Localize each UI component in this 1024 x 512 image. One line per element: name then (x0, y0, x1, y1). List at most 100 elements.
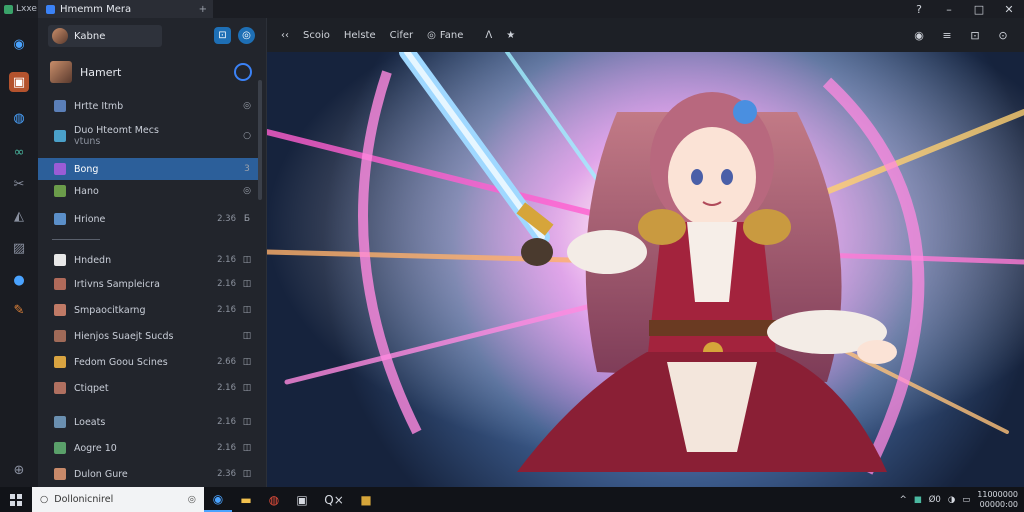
account-switcher[interactable]: Kabne (48, 25, 162, 47)
item-label: Hrione (74, 214, 105, 225)
minimize-button[interactable]: – (934, 3, 964, 16)
item-icon (54, 254, 66, 266)
back-button[interactable]: ‹‹ (281, 30, 289, 41)
item-action-icon[interactable]: ○ (242, 131, 252, 141)
list-item[interactable]: Fedom Goou Scines 2.66 ◫ (38, 351, 258, 373)
item-meta: 2.16 (217, 383, 236, 393)
home-icon[interactable]: ◉ (9, 34, 29, 54)
list-item[interactable]: Irtivns Sampleicra 2.16 ◫ (38, 273, 258, 295)
compose-icon[interactable]: ⊡ (214, 27, 231, 44)
toolbar-item-1[interactable]: Scoio (303, 30, 330, 41)
new-tab-button[interactable]: + (199, 4, 207, 15)
sidebar-header: Kabne ⊡ ◎ (38, 18, 266, 54)
sync-icon[interactable]: ◎ (238, 27, 255, 44)
folder-icon[interactable]: ▬ (232, 487, 260, 512)
globe-icon[interactable]: ◍ (9, 108, 29, 128)
sidebar: Kabne ⊡ ◎ Hamert Hrtte Itmb ◎ Duo Hteomt M… (38, 18, 267, 487)
item-label-line: Hrione (74, 213, 106, 225)
mic-icon[interactable]: ◎ (188, 494, 196, 505)
item-label-line: Dulon Gure (74, 468, 128, 480)
item-label-line: Hrtte Itmb (74, 100, 124, 112)
item-action-icon[interactable]: ◫ (242, 255, 252, 265)
item-action-icon[interactable]: ◫ (242, 469, 252, 479)
item-meta: 2.16 (217, 279, 236, 289)
store-icon[interactable]: ▣ (9, 72, 29, 92)
list-item[interactable]: Ctiqpet 2.16 ◫ (38, 377, 258, 399)
item-action-icon[interactable]: ◫ (242, 305, 252, 315)
item-action-icon[interactable]: ◫ (242, 357, 252, 367)
artwork-canvas[interactable] (267, 52, 1024, 487)
tools-icon[interactable]: ✂ (9, 174, 29, 194)
app-label: Lxxe (16, 4, 37, 14)
clock[interactable]: 11000000 00000:00 (977, 490, 1018, 510)
item-action-icon[interactable]: ◎ (242, 101, 252, 111)
list-item[interactable]: Hano ◎ (38, 180, 258, 202)
toolbar-item-4[interactable]: Fane (440, 30, 463, 41)
toolbar-right: ◉ ≡ ⊡ ⊙ (910, 26, 1012, 44)
app-task[interactable]: Q× (316, 487, 352, 512)
item-action-icon[interactable]: ◫ (242, 331, 252, 341)
image-icon[interactable]: ▨ (9, 238, 29, 258)
tray-chevron-icon[interactable]: ^ (900, 495, 907, 505)
search-icon: ○ (40, 494, 49, 505)
toolbar-item-2[interactable]: Helste (344, 30, 376, 41)
layers-icon[interactable]: ◭ (9, 206, 29, 226)
item-action-icon[interactable]: ◫ (242, 417, 252, 427)
list-item[interactable]: Loeats 2.16 ◫ (38, 411, 258, 433)
list-item[interactable]: Hienjos Suaejt Sucds ◫ (38, 325, 258, 347)
start-button[interactable] (0, 487, 32, 512)
list-item[interactable]: Hrtte Itmb ◎ (38, 95, 258, 117)
window-icon[interactable]: ▣ (288, 487, 316, 512)
settings-icon[interactable]: ⊕ (9, 460, 29, 480)
avatar (52, 28, 68, 44)
scrollbar[interactable] (258, 80, 262, 200)
clock-time: 11000000 (977, 489, 1018, 499)
item-meta: 2.66 (217, 357, 236, 367)
help-icon[interactable]: ? (904, 3, 934, 16)
list-item[interactable]: Hndedn 2.16 ◫ (38, 249, 258, 271)
game-icon[interactable]: ■ (352, 487, 380, 512)
list-item[interactable]: Smpaocitkarng 2.16 ◫ (38, 299, 258, 321)
list-item[interactable]: Dulon Gure 2.36 ◫ (38, 463, 258, 485)
link-icon[interactable]: ∞ (9, 142, 29, 162)
item-label-line: Bong (74, 163, 99, 175)
chevron-up-icon[interactable]: ᐱ (485, 30, 492, 41)
maximize-button[interactable]: □ (964, 3, 994, 16)
system-tray: ^ ■ Ø0 ◑ ▭ 11000000 00000:00 (900, 490, 1018, 510)
icon-rail: ◉ ▣ ◍ ∞ ✂ ◭ ▨ ● ✎ ⊕ (0, 18, 39, 487)
item-label-line: Hano (74, 185, 99, 197)
camera-icon[interactable]: ◉ (910, 26, 928, 44)
item-label-line: Duo Hteomt Mecs (74, 125, 159, 136)
taskbar-search[interactable]: ○ Dollonicnirel ◎ (32, 487, 204, 512)
user-icon[interactable]: ⊙ (994, 26, 1012, 44)
item-action-icon[interactable]: ◫ (242, 383, 252, 393)
close-button[interactable]: ✕ (994, 3, 1024, 16)
item-icon (54, 185, 66, 197)
list-item[interactable]: Hrione 2.36 Б (38, 208, 258, 230)
menu-icon[interactable]: ≡ (938, 26, 956, 44)
title-bar: Lxxe Hmemm Mera + ? – □ ✕ (0, 0, 1024, 18)
task-view-icon[interactable]: ◉ (204, 487, 232, 512)
network-icon[interactable]: ■ (914, 495, 922, 505)
tab-title: Hmemm Mera (60, 3, 132, 15)
item-action-icon[interactable]: ◎ (242, 186, 252, 196)
chrome-icon[interactable]: ◍ (260, 487, 288, 512)
item-action-icon[interactable]: ◫ (242, 443, 252, 453)
item-action-icon[interactable]: Б (242, 214, 252, 224)
item-icon (54, 330, 66, 342)
profile-row[interactable]: Hamert (38, 56, 266, 88)
item-action-icon[interactable]: 3 (242, 164, 252, 174)
list-item[interactable]: Aogre 10 2.16 ◫ (38, 437, 258, 459)
list-item[interactable]: Duo Hteomt Mecs vtuns ○ (38, 121, 258, 151)
pen-icon[interactable]: ✎ (9, 300, 29, 320)
profile-icon[interactable]: ● (9, 270, 29, 290)
item-action-icon[interactable]: ◫ (242, 279, 252, 289)
app-menu[interactable]: Lxxe (0, 4, 38, 14)
share-icon[interactable]: ⊡ (966, 26, 984, 44)
browser-tab[interactable]: Hmemm Mera + (38, 0, 213, 18)
volume-icon[interactable]: ◑ (948, 495, 955, 505)
list-item[interactable]: Bong 3 (38, 158, 258, 180)
toolbar-item-3[interactable]: Cifer (390, 30, 414, 41)
star-icon[interactable]: ★ (506, 30, 515, 41)
battery-icon[interactable]: ▭ (962, 495, 970, 505)
